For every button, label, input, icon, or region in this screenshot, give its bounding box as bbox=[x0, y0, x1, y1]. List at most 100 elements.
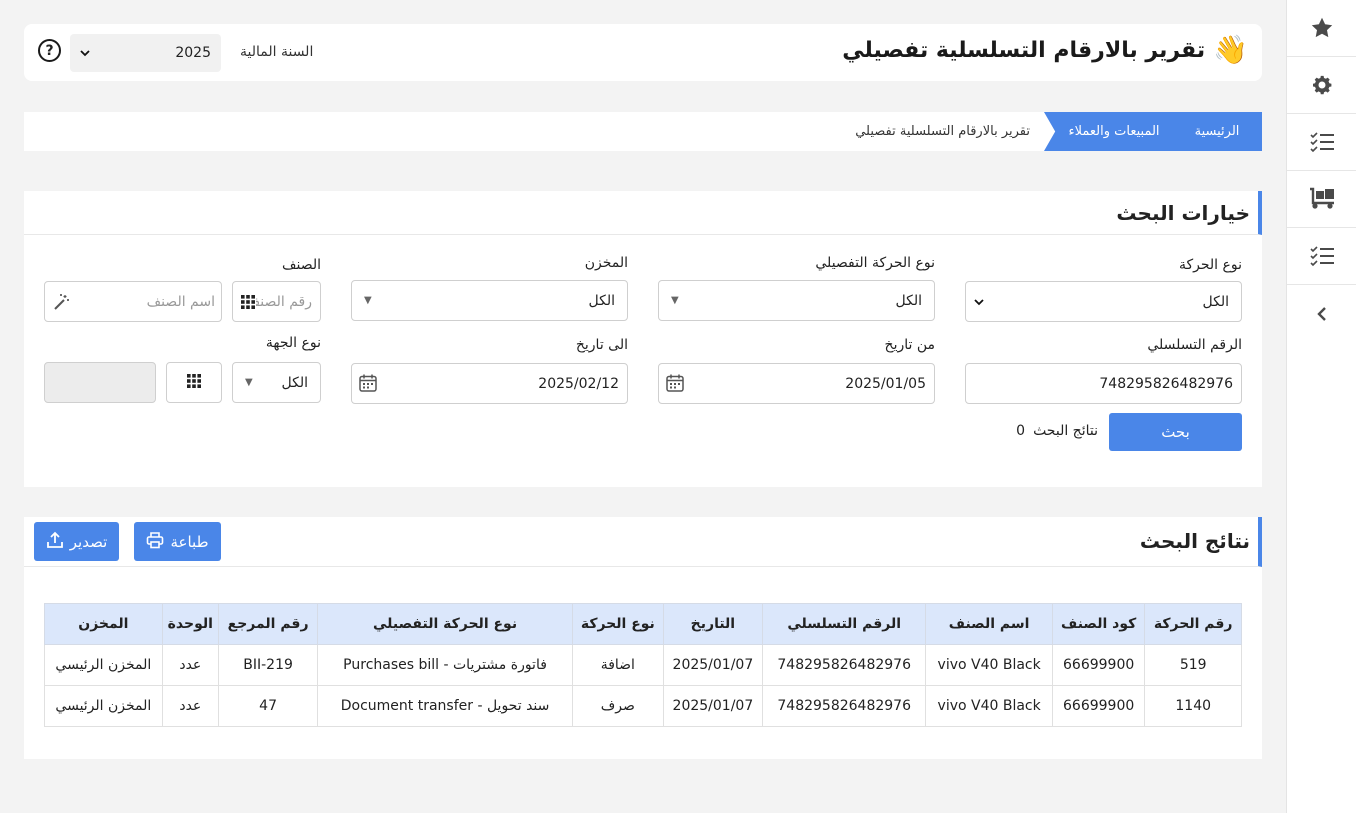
column-header[interactable]: نوع الحركة bbox=[571, 603, 664, 645]
chevron-down-icon bbox=[80, 45, 90, 61]
table-cell: عدد bbox=[161, 685, 219, 727]
table-cell: 66699900 bbox=[1051, 644, 1146, 686]
column-header[interactable]: رقم المرجع bbox=[217, 603, 319, 645]
table-cell: 519 bbox=[1144, 644, 1242, 686]
gear-icon bbox=[1310, 73, 1334, 97]
to-date-value: 2025/02/12 bbox=[538, 375, 619, 392]
grid-icon bbox=[186, 373, 202, 393]
star-icon bbox=[1310, 16, 1334, 40]
results-table: رقم الحركة كود الصنف اسم الصنف الرقم الت… bbox=[44, 603, 1242, 727]
search-options-card: خيارات البحث نوع الحركة نوع الحركة التفص… bbox=[24, 191, 1262, 487]
breadcrumb-sales[interactable]: المبيعات والعملاء bbox=[1044, 112, 1184, 151]
upload-icon bbox=[46, 531, 64, 553]
table-row[interactable]: 1140 66699900 vivo V40 Black 74829582648… bbox=[44, 685, 1242, 727]
checklist-icon bbox=[1309, 245, 1335, 267]
table-cell: 748295826482976 bbox=[761, 644, 927, 686]
item-label: الصنف bbox=[281, 257, 321, 273]
column-header[interactable]: كود الصنف bbox=[1051, 603, 1146, 645]
movement-type-select[interactable]: الكل bbox=[965, 281, 1242, 322]
table-row[interactable]: 519 66699900 vivo V40 Black 748295826482… bbox=[44, 644, 1242, 686]
chevron-down-icon bbox=[974, 295, 984, 309]
warehouse-select[interactable]: الكل ▼ bbox=[351, 280, 628, 321]
movement-type-label: نوع الحركة bbox=[1178, 257, 1242, 273]
table-cell: صرف bbox=[571, 685, 664, 727]
table-cell: 47 bbox=[217, 685, 319, 727]
serial-number-value: 748295826482976 bbox=[1099, 375, 1233, 392]
table-cell: عدد bbox=[161, 644, 219, 686]
table-cell: BII-219 bbox=[217, 644, 319, 686]
table-cell: vivo V40 Black bbox=[925, 644, 1053, 686]
page-title-group: 👋 تقرير بالارقام التسلسلية تفصيلي bbox=[842, 36, 1248, 64]
magic-wand-icon[interactable] bbox=[53, 293, 71, 315]
sidebar-item-settings[interactable] bbox=[1287, 57, 1356, 114]
warehouse-value: الكل bbox=[588, 292, 616, 309]
page-title: تقرير بالارقام التسلسلية تفصيلي bbox=[842, 37, 1206, 63]
column-header[interactable]: التاريخ bbox=[662, 603, 763, 645]
item-name-input[interactable]: اسم الصنف bbox=[44, 281, 222, 322]
help-icon[interactable]: ? bbox=[38, 39, 61, 62]
breadcrumb: المبيعات والعملاء الرئيسية تقرير بالارقا… bbox=[24, 112, 1262, 151]
table-cell: 2025/01/07 bbox=[662, 644, 763, 686]
table-cell: 2025/01/07 bbox=[662, 685, 763, 727]
grid-icon[interactable] bbox=[240, 294, 256, 314]
party-type-value: الكل bbox=[281, 374, 309, 391]
warehouse-label: المخزن bbox=[584, 255, 628, 271]
breadcrumb-current: تقرير بالارقام التسلسلية تفصيلي bbox=[855, 124, 1030, 139]
export-label: تصدير bbox=[69, 532, 108, 551]
results-header: نتائج البحث طباعة تصدير bbox=[24, 517, 1262, 567]
table-cell: سند تحويل - Document transfer bbox=[317, 685, 573, 727]
sidebar-item-tasks-2[interactable] bbox=[1287, 228, 1356, 285]
checklist-icon bbox=[1309, 131, 1335, 153]
party-type-select[interactable]: الكل ▼ bbox=[232, 362, 321, 403]
calendar-icon[interactable] bbox=[358, 373, 378, 397]
search-options-header: خيارات البحث bbox=[24, 191, 1262, 235]
sidebar-collapse-toggle[interactable] bbox=[1287, 285, 1356, 342]
serial-number-input[interactable]: 748295826482976 bbox=[965, 363, 1242, 404]
fiscal-year-select[interactable]: 2025 bbox=[70, 34, 221, 72]
export-button[interactable]: تصدير bbox=[34, 522, 119, 561]
print-label: طباعة bbox=[170, 532, 209, 551]
print-button[interactable]: طباعة bbox=[134, 522, 221, 561]
dolly-boxes-icon bbox=[1308, 187, 1336, 211]
serial-number-label: الرقم التسلسلي bbox=[1147, 337, 1242, 353]
search-options-title: خيارات البحث bbox=[1116, 200, 1250, 225]
caret-down-icon: ▼ bbox=[245, 377, 253, 388]
table-cell: 1140 bbox=[1144, 685, 1242, 727]
sidebar-item-inventory[interactable] bbox=[1287, 171, 1356, 228]
printer-icon bbox=[146, 531, 164, 553]
search-button[interactable]: بحث bbox=[1109, 413, 1242, 451]
party-name-field[interactable] bbox=[44, 362, 156, 403]
column-header[interactable]: اسم الصنف bbox=[925, 603, 1053, 645]
party-type-label: نوع الجهة bbox=[265, 335, 321, 351]
table-header-row: رقم الحركة كود الصنف اسم الصنف الرقم الت… bbox=[44, 603, 1242, 645]
column-header[interactable]: رقم الحركة bbox=[1144, 603, 1242, 645]
column-header[interactable]: الوحدة bbox=[161, 603, 219, 645]
calendar-icon[interactable] bbox=[665, 373, 685, 397]
results-count-group: نتائج البحث 0 bbox=[1016, 423, 1098, 439]
page-header: 👋 تقرير بالارقام التسلسلية تفصيلي السنة … bbox=[24, 24, 1262, 81]
party-picker-button[interactable] bbox=[166, 362, 222, 403]
sidebar-item-tasks[interactable] bbox=[1287, 114, 1356, 171]
item-code-input[interactable]: رقم الصنف bbox=[232, 281, 321, 322]
waving-hand-icon: 👋 bbox=[1213, 33, 1248, 66]
detail-type-select[interactable]: الكل ▼ bbox=[658, 280, 935, 321]
column-header[interactable]: المخزن bbox=[44, 603, 163, 645]
to-date-input[interactable]: 2025/02/12 bbox=[351, 363, 628, 404]
from-date-input[interactable]: 2025/01/05 bbox=[658, 363, 935, 404]
detail-type-label: نوع الحركة التفصيلي bbox=[815, 255, 935, 271]
column-header[interactable]: نوع الحركة التفصيلي bbox=[317, 603, 573, 645]
from-date-label: من تاريخ bbox=[884, 337, 935, 353]
item-name-placeholder: اسم الصنف bbox=[146, 293, 215, 310]
table-cell: 748295826482976 bbox=[761, 685, 927, 727]
results-count-label: نتائج البحث bbox=[1033, 423, 1098, 439]
results-title: نتائج البحث bbox=[1139, 529, 1250, 553]
table-cell: المخزن الرئيسي bbox=[44, 685, 163, 727]
breadcrumb-home[interactable]: الرئيسية bbox=[1172, 112, 1262, 151]
results-count-value: 0 bbox=[1016, 423, 1026, 439]
table-cell: vivo V40 Black bbox=[925, 685, 1053, 727]
column-header[interactable]: الرقم التسلسلي bbox=[761, 603, 927, 645]
fiscal-year-value: 2025 bbox=[175, 45, 211, 61]
table-cell: 66699900 bbox=[1051, 685, 1146, 727]
fiscal-year-label: السنة المالية bbox=[240, 44, 314, 60]
sidebar-item-favorites[interactable] bbox=[1287, 0, 1356, 57]
